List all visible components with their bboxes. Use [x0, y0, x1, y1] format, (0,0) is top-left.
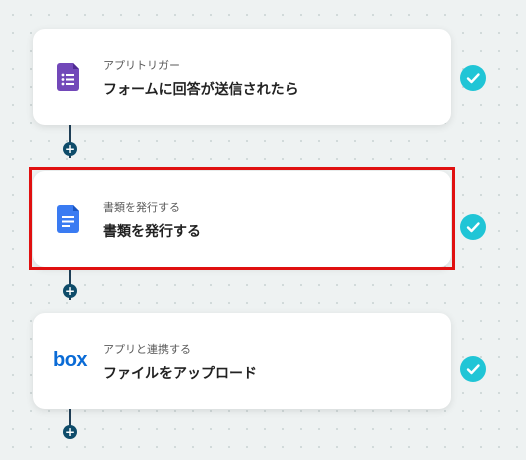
- flow-step-card-document[interactable]: 書類を発行する 書類を発行する: [33, 171, 451, 267]
- check-icon: [460, 356, 486, 382]
- add-step-button[interactable]: +: [63, 142, 77, 156]
- google-docs-icon: [57, 205, 81, 233]
- step-title: フォームに回答が送信されたら: [103, 82, 299, 98]
- box-logo: box: [53, 349, 88, 371]
- check-icon: [460, 214, 486, 240]
- add-step-button[interactable]: +: [63, 425, 77, 439]
- add-step-button[interactable]: +: [63, 284, 77, 298]
- step-title: ファイルをアップロード: [103, 366, 257, 382]
- step-subtitle: アプリと連携する: [103, 343, 191, 356]
- step-title: 書類を発行する: [103, 224, 201, 240]
- step-subtitle: 書類を発行する: [103, 201, 180, 214]
- flow-step-card-trigger[interactable]: アプリトリガー フォームに回答が送信されたら: [33, 29, 451, 125]
- step-subtitle: アプリトリガー: [103, 59, 180, 72]
- flow-step-card-box-upload[interactable]: box アプリと連携する ファイルをアップロード: [33, 313, 451, 409]
- check-icon: [460, 65, 486, 91]
- google-forms-icon: [57, 63, 81, 91]
